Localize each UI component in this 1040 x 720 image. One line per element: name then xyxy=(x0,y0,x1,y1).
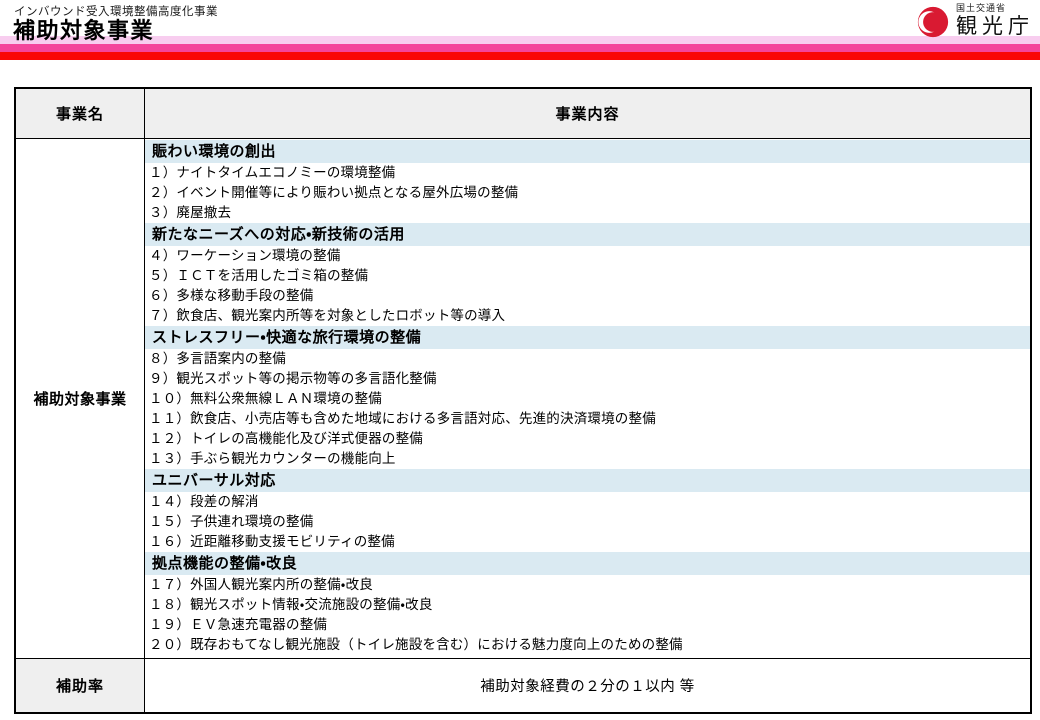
column-header-project-name: 事業名 xyxy=(16,89,145,138)
ministry-name: 国土交通省 xyxy=(956,3,1034,14)
project-details-cell: 賑わい環境の創出 １）ナイトタイムエコノミーの環境整備 ２）イベント開催等により… xyxy=(145,138,1030,658)
subsidy-rate-value: 補助対象経費の２分の１以内 等 xyxy=(145,658,1030,712)
section-header-stress-free: ストレスフリー・快適な旅行環境の整備 xyxy=(145,326,1030,349)
list-item: １６）近距離移動支援モビリティの整備 xyxy=(145,532,1030,552)
agency-logo: 国土交通省 観光庁 xyxy=(916,3,1034,39)
subsidy-table: 事業名 事業内容 補助対象事業 賑わい環境の創出 １）ナイトタイムエコノミーの環… xyxy=(14,87,1032,714)
list-item: １７）外国人観光案内所の整備・改良 xyxy=(145,575,1030,595)
list-item: ４）ワーケーション環境の整備 xyxy=(145,246,1030,266)
list-item: ２０）既存おもてなし観光施設（トイレ施設を含む）における魅力度向上のための整備 xyxy=(145,635,1030,655)
list-item: ３）廃屋撤去 xyxy=(145,203,1030,223)
list-item: ６）多様な移動手段の整備 xyxy=(145,286,1030,306)
list-item: １５）子供連れ環境の整備 xyxy=(145,512,1030,532)
section-header-new-needs: 新たなニーズへの対応・新技術の活用 xyxy=(145,223,1030,246)
section-header-base-facilities: 拠点機能の整備・改良 xyxy=(145,552,1030,575)
list-item: １９）ＥＶ急速充電器の整備 xyxy=(145,615,1030,635)
section-header-nigiwai: 賑わい環境の創出 xyxy=(145,140,1030,163)
column-header-project-details: 事業内容 xyxy=(145,89,1030,138)
list-item: １０）無料公衆無線ＬＡＮ環境の整備 xyxy=(145,389,1030,409)
list-item: ７）飲食店、観光案内所等を対象としたロボット等の導入 xyxy=(145,306,1030,326)
title-bar-pink-stripe xyxy=(0,36,1040,44)
list-item: １８）観光スポット情報・交流施設の整備・改良 xyxy=(145,595,1030,615)
list-item: １４）段差の解消 xyxy=(145,492,1030,512)
list-item: ９）観光スポット等の掲示物等の多言語化整備 xyxy=(145,369,1030,389)
document-page: インバウンド受入環境整備高度化事業 補助対象事業 国土交通省 観光庁 事業名 事… xyxy=(0,0,1040,720)
list-item: １２）トイレの高機能化及び洋式便器の整備 xyxy=(145,429,1030,449)
list-item: ２）イベント開催等により賑わい拠点となる屋外広場の整備 xyxy=(145,183,1030,203)
title-bar-magenta-stripe xyxy=(0,44,1040,52)
list-item: １３）手ぶら観光カウンターの機能向上 xyxy=(145,449,1030,469)
agency-logo-text: 国土交通省 観光庁 xyxy=(956,3,1034,39)
page-title: 補助対象事業 xyxy=(13,13,154,45)
section-header-universal: ユニバーサル対応 xyxy=(145,469,1030,492)
jta-logo-icon xyxy=(916,5,950,39)
list-item: １１）飲食店、小売店等も含めた地域における多言語対応、先進的決済環境の整備 xyxy=(145,409,1030,429)
list-item: ５）ＩＣＴを活用したゴミ箱の整備 xyxy=(145,266,1030,286)
row-label-subsidized-projects: 補助対象事業 xyxy=(16,138,145,658)
list-item: ８）多言語案内の整備 xyxy=(145,349,1030,369)
list-item: １）ナイトタイムエコノミーの環境整備 xyxy=(145,163,1030,183)
row-label-subsidy-rate: 補助率 xyxy=(16,658,145,712)
agency-name: 観光庁 xyxy=(956,14,1034,39)
title-bar-red-stripe xyxy=(0,52,1040,60)
